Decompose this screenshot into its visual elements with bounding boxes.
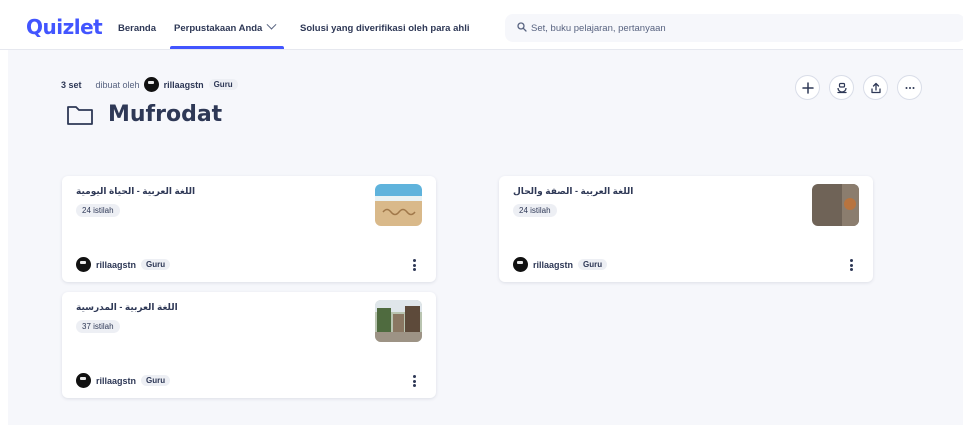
- set-thumbnail: [375, 184, 422, 226]
- set-card[interactable]: اللغة العربية - الحياة اليومية 24 istila…: [62, 176, 436, 282]
- share-icon: [870, 82, 881, 93]
- avatar: [76, 257, 91, 272]
- more-vertical-icon[interactable]: [410, 374, 418, 388]
- share-button[interactable]: [863, 75, 888, 100]
- set-title[interactable]: اللغة العربية - المدرسية: [76, 302, 178, 313]
- nav-library-label: Perpustakaan Anda: [174, 23, 263, 34]
- add-set-button[interactable]: [795, 75, 820, 100]
- quizlet-logo[interactable]: Quizlet: [26, 15, 103, 39]
- set-card[interactable]: اللغة العربية - المدرسية 37 istilah rill…: [62, 292, 436, 398]
- search-bar[interactable]: [505, 14, 963, 42]
- set-count: 3 set: [61, 79, 82, 90]
- term-count-badge: 24 istilah: [513, 204, 557, 217]
- author-username[interactable]: rillaagstn: [96, 376, 136, 386]
- school-image: [375, 300, 422, 342]
- set-title[interactable]: اللغة العربية - الحياة اليومية: [76, 186, 195, 197]
- more-vertical-icon[interactable]: [410, 258, 418, 272]
- set-thumbnail: [375, 300, 422, 342]
- term-count-badge: 24 istilah: [76, 204, 120, 217]
- search-icon: [517, 22, 527, 32]
- plus-icon: [801, 81, 814, 94]
- chevron-down-icon: [266, 19, 277, 30]
- nav-expert-solutions-link[interactable]: Solusi yang diverifikasi oleh para ahli: [300, 23, 469, 34]
- folder-title-row: Mufrodat: [66, 102, 222, 127]
- beach-image: [375, 184, 422, 226]
- avatar: [76, 373, 91, 388]
- search-input[interactable]: [531, 19, 951, 37]
- role-badge: Guru: [141, 259, 171, 270]
- avatar: [143, 77, 159, 92]
- study-button[interactable]: [829, 75, 854, 100]
- created-by-label: dibuat oleh: [95, 79, 140, 90]
- set-author: rillaagstn Guru: [513, 257, 608, 272]
- author-username[interactable]: rillaagstn: [96, 260, 136, 270]
- top-navbar: Quizlet Beranda Perpustakaan Anda Solusi…: [0, 0, 963, 50]
- avatar: [513, 257, 528, 272]
- more-options-button[interactable]: [897, 75, 922, 100]
- role-badge: Guru: [578, 259, 608, 270]
- author-username[interactable]: rillaagstn: [533, 260, 573, 270]
- nav-home-link[interactable]: Beranda: [118, 23, 156, 34]
- photo-image: [812, 184, 859, 226]
- more-vertical-icon[interactable]: [847, 258, 855, 272]
- role-badge: Guru: [208, 79, 238, 90]
- set-card[interactable]: اللغة العربية - الصفة والحال 24 istilah …: [499, 176, 873, 282]
- folder-owner-username[interactable]: rillaagstn: [164, 80, 204, 90]
- role-badge: Guru: [141, 375, 171, 386]
- nav-library-dropdown[interactable]: Perpustakaan Anda: [174, 19, 277, 34]
- more-horizontal-icon: [905, 86, 914, 89]
- set-thumbnail: [812, 184, 859, 226]
- nav-active-indicator: [170, 46, 284, 49]
- set-author: rillaagstn Guru: [76, 373, 171, 388]
- set-author: rillaagstn Guru: [76, 257, 171, 272]
- study-icon: [836, 82, 847, 93]
- folder-meta: 3 set dibuat oleh rillaagstn Guru: [61, 77, 238, 92]
- page-title: Mufrodat: [108, 102, 223, 127]
- term-count-badge: 37 istilah: [76, 320, 120, 333]
- folder-icon: [67, 105, 93, 125]
- set-title[interactable]: اللغة العربية - الصفة والحال: [513, 186, 633, 197]
